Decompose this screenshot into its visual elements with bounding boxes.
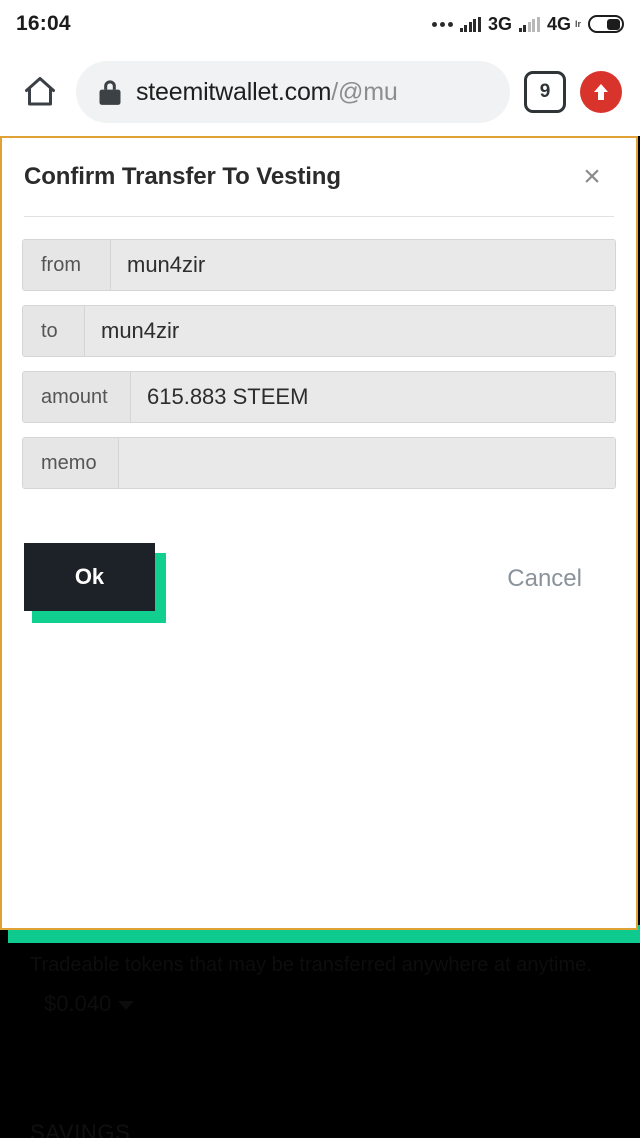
url-domain: steemitwallet.com [136,77,332,106]
field-amount-value: 615.883 STEEM [131,372,615,422]
cancel-button[interactable]: Cancel [497,559,592,599]
ok-button[interactable]: Ok [24,543,155,611]
field-amount-label: amount [23,372,131,422]
background-section-amount: $0.040 [44,991,620,1017]
home-icon[interactable] [18,70,62,114]
field-from-value: mun4zir [111,240,615,290]
field-memo-value [119,438,615,488]
field-from[interactable]: from mun4zir [22,239,616,291]
arrow-up-circle-icon[interactable] [580,71,622,113]
screen: 16:04 3G 4G lr steemitwallet.com/@mu 9 T… [0,0,640,1138]
status-icon-group: 3G 4G lr [431,13,624,35]
tab-count-label: 9 [539,81,551,102]
status-bar: 16:04 3G 4G lr [0,0,640,48]
transfer-fields: from mun4zir to mun4zir amount 615.883 S… [2,217,636,489]
address-bar[interactable]: steemitwallet.com/@mu [76,61,510,123]
background-section-description: Tradeable tokens that may be transferred… [30,954,592,976]
background-amount-value: $0.040 [44,991,112,1016]
field-memo[interactable]: memo [22,437,616,489]
close-icon[interactable]: × [572,157,612,197]
dialog-header: Confirm Transfer To Vesting × [2,138,636,216]
network-type-secondary: 4G [546,13,571,34]
field-to[interactable]: to mun4zir [22,305,616,357]
field-to-value: mun4zir [85,306,615,356]
field-to-label: to [23,306,85,356]
field-amount[interactable]: amount 615.883 STEEM [22,371,616,423]
battery-icon [588,15,624,33]
url-text: steemitwallet.com/@mu [136,78,398,107]
dialog-actions: Ok Cancel [2,503,636,623]
network-type-primary: 3G [487,13,512,34]
more-dots-icon [431,21,453,27]
signal-bars-icon [459,16,481,32]
page-title: Confirm Transfer To Vesting [24,163,341,190]
lock-icon [98,78,122,106]
url-path: /@mu [331,77,398,106]
browser-toolbar: steemitwallet.com/@mu 9 [0,48,640,136]
tab-counter-button[interactable]: 9 [524,71,566,113]
background-section-savings: SAVINGS [30,1120,620,1138]
field-from-label: from [23,240,111,290]
field-memo-label: memo [23,438,119,488]
confirm-transfer-dialog: Confirm Transfer To Vesting × from mun4z… [0,136,638,930]
ok-button-wrap: Ok [24,543,166,623]
status-clock: 16:04 [16,12,71,35]
background-savings-title: SAVINGS [30,1120,131,1138]
network-type-secondary-sub: lr [574,19,581,29]
signal-bars-weak-icon [518,16,540,32]
chevron-down-icon [118,1000,135,1010]
